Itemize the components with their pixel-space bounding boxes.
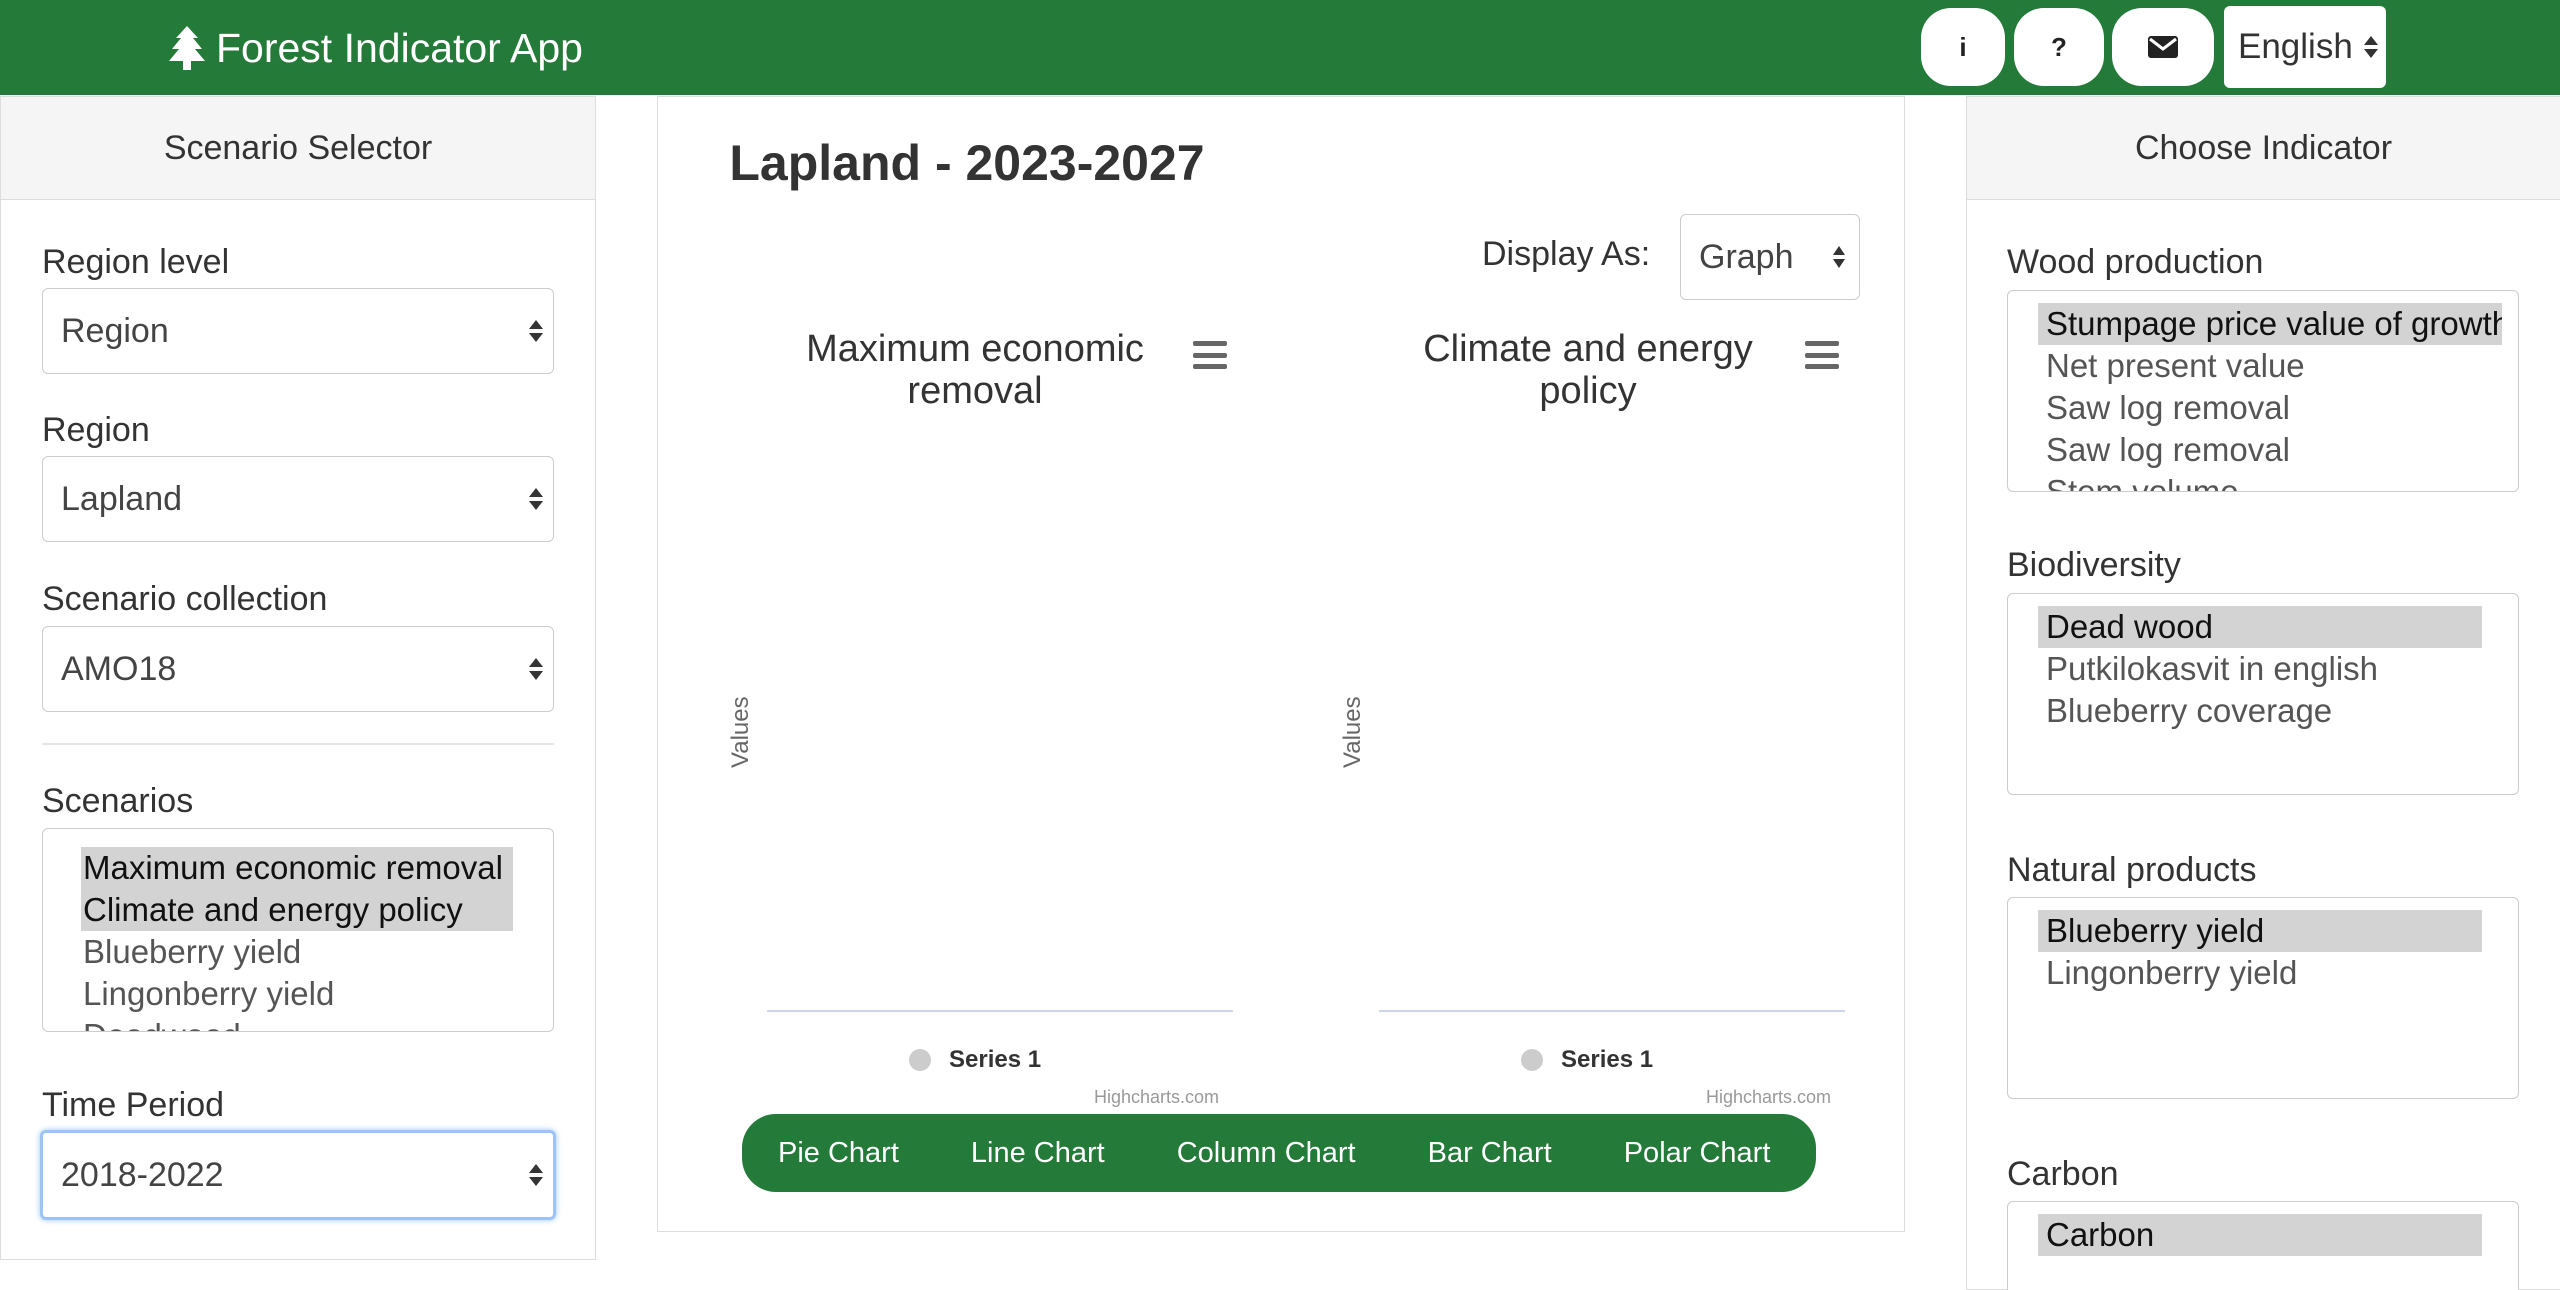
chart-menu-icon[interactable] [1193,341,1227,369]
envelope-icon [2148,36,2178,58]
scenario-option[interactable]: Lingonberry yield [81,973,336,1015]
chart-legend-1[interactable]: Series 1 [909,1046,1041,1074]
scenario-option[interactable]: Climate and energy policy [81,889,513,931]
info-button[interactable]: i [1921,8,2005,86]
y-axis-label: Values [1339,696,1366,768]
chart-title-2: Climate and energy policy [1393,328,1783,412]
select-arrows-icon [529,488,543,510]
legend-label: Series 1 [1561,1046,1654,1073]
language-select[interactable]: English [2224,6,2386,88]
indicator-group-label: Carbon [2007,1155,2119,1193]
help-button[interactable]: ? [2014,8,2104,86]
carbon-listbox[interactable]: Carbon [2007,1201,2519,1290]
language-value: English [2238,27,2353,66]
display-as-value: Graph [1699,237,1794,276]
biodiversity-listbox[interactable]: Dead wood Putkilokasvit in english Blueb… [2007,593,2519,795]
info-icon: i [1959,31,1967,62]
pie-chart-button[interactable]: Pie Chart [778,1137,899,1170]
indicator-option[interactable]: Saw log removal [2038,429,2298,471]
indicator-option[interactable]: Net present value [2038,345,2313,387]
chart-type-button-group: Pie Chart Line Chart Column Chart Bar Ch… [742,1114,1816,1192]
scenario-option[interactable]: Blueberry yield [81,931,303,973]
indicator-option[interactable]: Saw log removal [2038,387,2298,429]
chart-credit[interactable]: Highcharts.com [1094,1087,1219,1108]
chart-title-1: Maximum economic removal [780,328,1170,412]
select-arrows-icon [529,320,543,342]
indicator-option[interactable]: Blueberry coverage [2038,690,2340,732]
scenario-collection-select[interactable]: AMO18 [42,626,554,712]
bar-chart-button[interactable]: Bar Chart [1428,1137,1552,1170]
time-period-select[interactable]: 2018-2022 [40,1130,556,1220]
indicator-option[interactable]: Stem volume [2038,471,2247,491]
chart-title-line: policy [1539,370,1637,412]
region-level-label: Region level [42,243,230,281]
region-label: Region [42,411,150,449]
legend-marker-icon [909,1049,931,1071]
chart-title-line: Climate and energy [1423,328,1753,370]
brand-link[interactable]: Forest Indicator App [168,20,583,76]
indicator-group-label: Wood production [2007,243,2264,281]
region-level-value: Region [61,311,169,350]
line-chart-button[interactable]: Line Chart [971,1137,1105,1170]
region-level-select[interactable]: Region [42,288,554,374]
x-axis-line [767,1010,1233,1012]
indicator-option[interactable]: Dead wood [2038,606,2482,648]
wood-production-listbox[interactable]: Stumpage price value of growth Net prese… [2007,290,2519,492]
indicator-group-label: Natural products [2007,851,2257,889]
help-icon: ? [2051,31,2067,62]
select-arrows-icon [1833,246,1845,268]
app-title: Forest Indicator App [216,24,583,71]
chart-title-line: Maximum economic [806,328,1144,370]
indicator-option[interactable]: Carbon [2038,1214,2482,1256]
choose-indicator-heading: Choose Indicator [1967,97,2560,200]
scenario-collection-label: Scenario collection [42,580,328,618]
chart-menu-icon[interactable] [1805,341,1839,369]
chart-legend-2[interactable]: Series 1 [1521,1046,1653,1074]
select-arrows-icon [529,658,543,680]
legend-label: Series 1 [949,1046,1042,1073]
y-axis-label: Values [727,696,754,768]
indicator-group-label: Biodiversity [2007,546,2181,584]
scenario-option[interactable]: Maximum economic removal [81,847,513,889]
scenario-option[interactable]: Deadwood [81,1015,243,1031]
chart-credit[interactable]: Highcharts.com [1706,1087,1831,1108]
time-period-value: 2018-2022 [61,1155,224,1194]
indicator-option[interactable]: Putkilokasvit in english [2038,648,2386,690]
indicator-option[interactable]: Lingonberry yield [2038,952,2305,994]
chart-title-line: removal [907,370,1043,412]
polar-chart-button[interactable]: Polar Chart [1624,1137,1771,1170]
top-navbar: Forest Indicator App i ? English [0,0,2560,95]
legend-marker-icon [1521,1049,1543,1071]
display-as-label: Display As: [1482,235,1651,273]
select-arrows-icon [2364,36,2378,58]
time-period-label: Time Period [42,1086,225,1124]
scenarios-label: Scenarios [42,782,194,820]
divider [42,743,554,745]
indicator-option[interactable]: Stumpage price value of growth [2038,303,2502,345]
natural-products-listbox[interactable]: Blueberry yield Lingonberry yield [2007,897,2519,1099]
x-axis-line [1379,1010,1845,1012]
column-chart-button[interactable]: Column Chart [1177,1137,1356,1170]
page-title: Lapland - 2023-2027 [729,135,1205,191]
select-arrows-icon [529,1164,543,1186]
indicator-option[interactable]: Blueberry yield [2038,910,2482,952]
scenarios-listbox[interactable]: Maximum economic removal Climate and ene… [42,828,554,1032]
display-as-select[interactable]: Graph [1680,214,1860,300]
scenario-selector-heading: Scenario Selector [1,97,595,200]
tree-icon [169,26,205,70]
contact-button[interactable] [2112,8,2214,86]
region-value: Lapland [61,479,183,518]
scenario-collection-value: AMO18 [61,649,177,688]
region-select[interactable]: Lapland [42,456,554,542]
